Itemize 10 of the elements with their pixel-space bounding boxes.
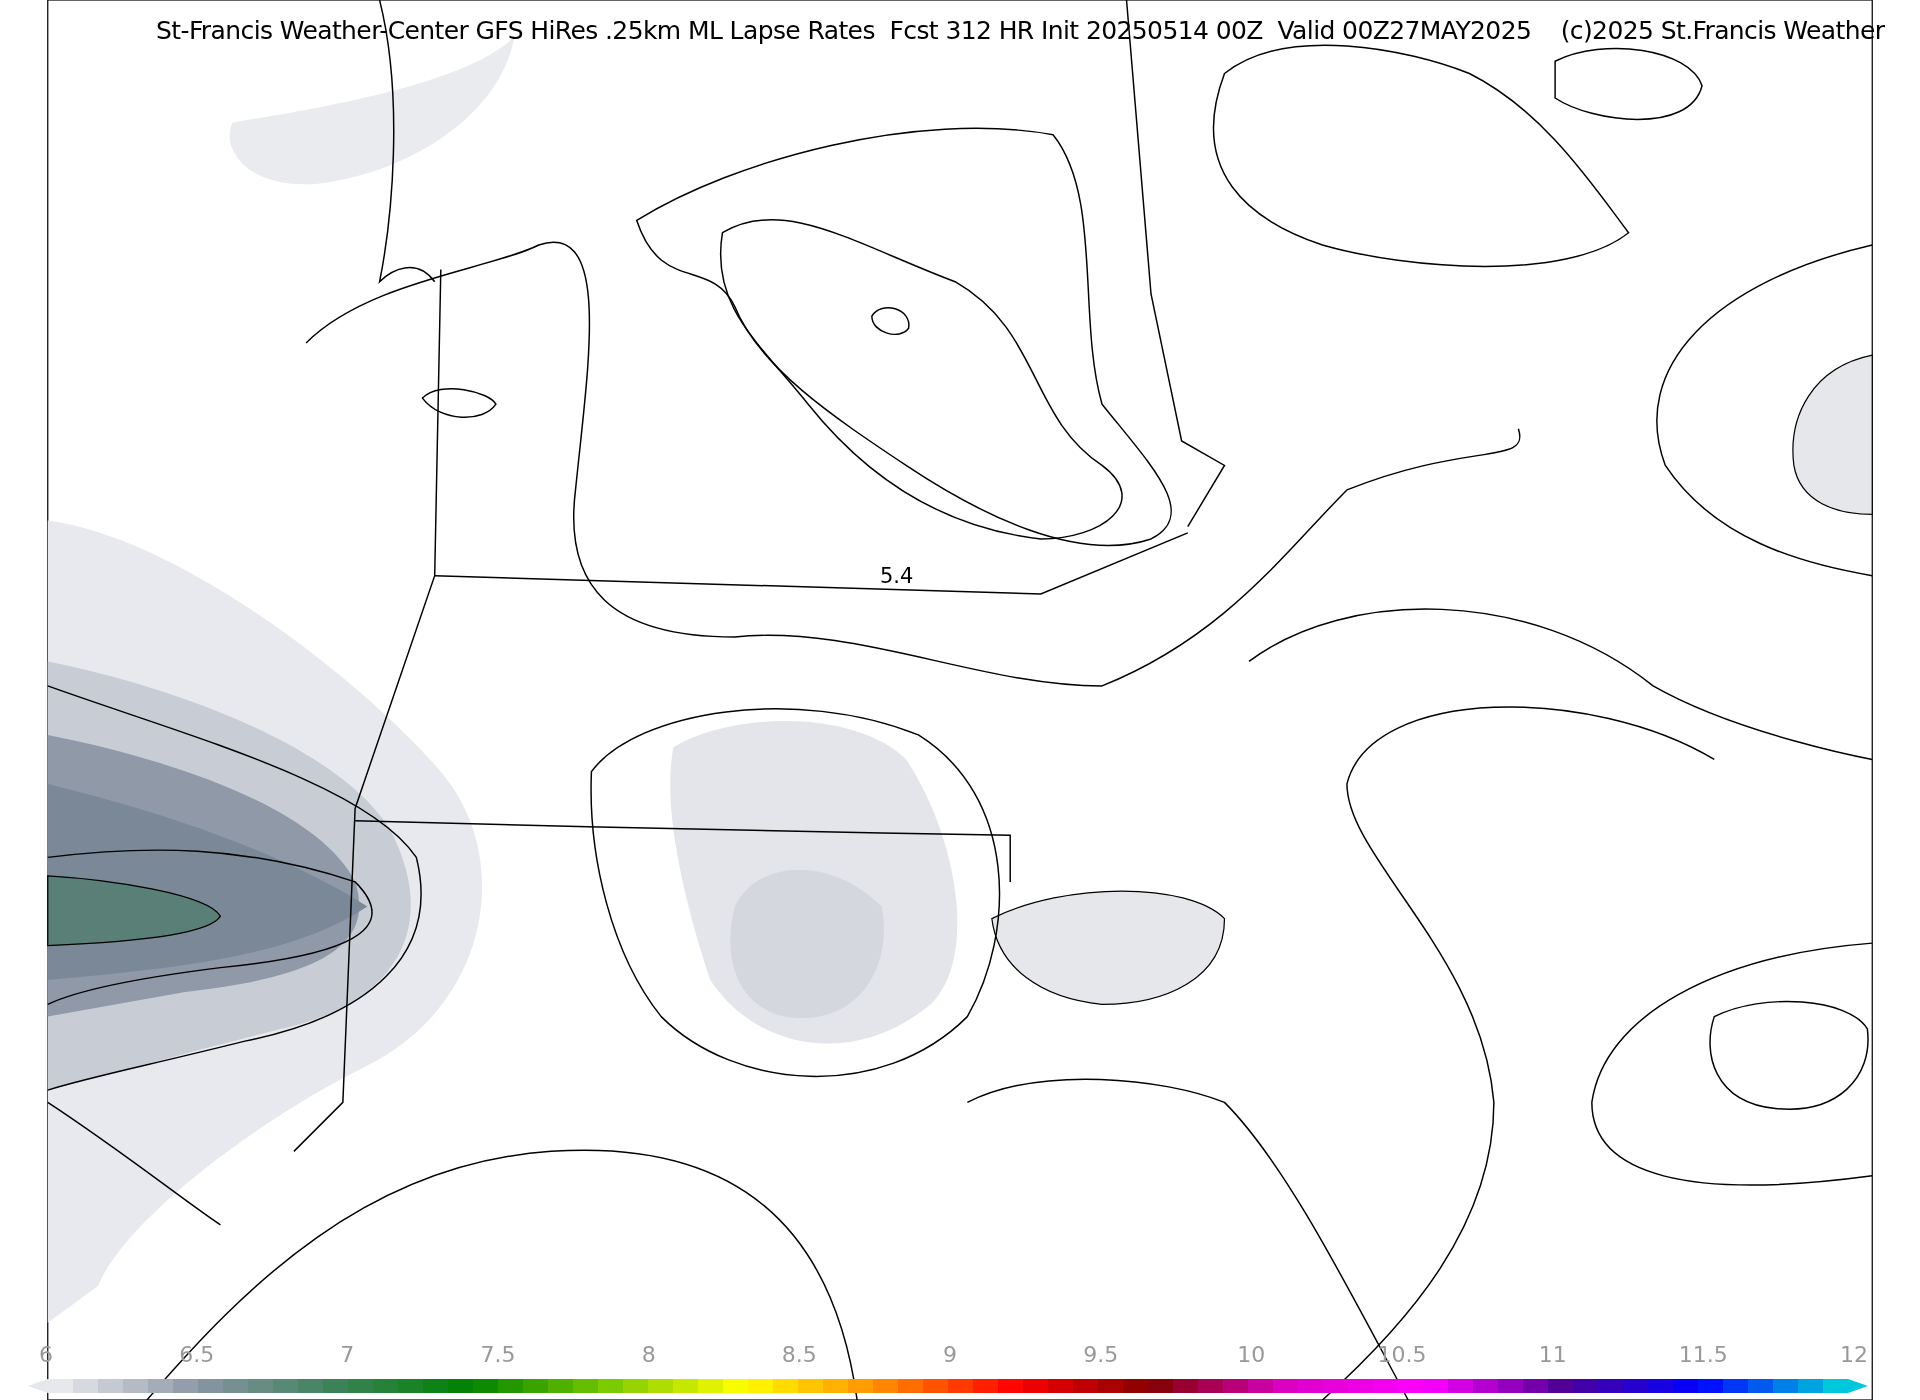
colorbar-tick-label: 10: [1237, 1342, 1266, 1367]
colorbar-tick-label: 8.5: [781, 1342, 817, 1367]
colorbar-tick-label: 11: [1538, 1342, 1567, 1367]
colorbar-tick-label: 11.5: [1678, 1342, 1728, 1367]
colorbar-tick-label: 8: [641, 1342, 656, 1367]
colorbar-tick-label: 7: [340, 1342, 355, 1367]
colorbar-tick-label: 12: [1840, 1342, 1868, 1367]
colorbar-tick-label: 9: [943, 1342, 957, 1367]
colorbar-tick-label: 9.5: [1083, 1342, 1119, 1367]
colorbar-tick-label: 7.5: [480, 1342, 516, 1367]
